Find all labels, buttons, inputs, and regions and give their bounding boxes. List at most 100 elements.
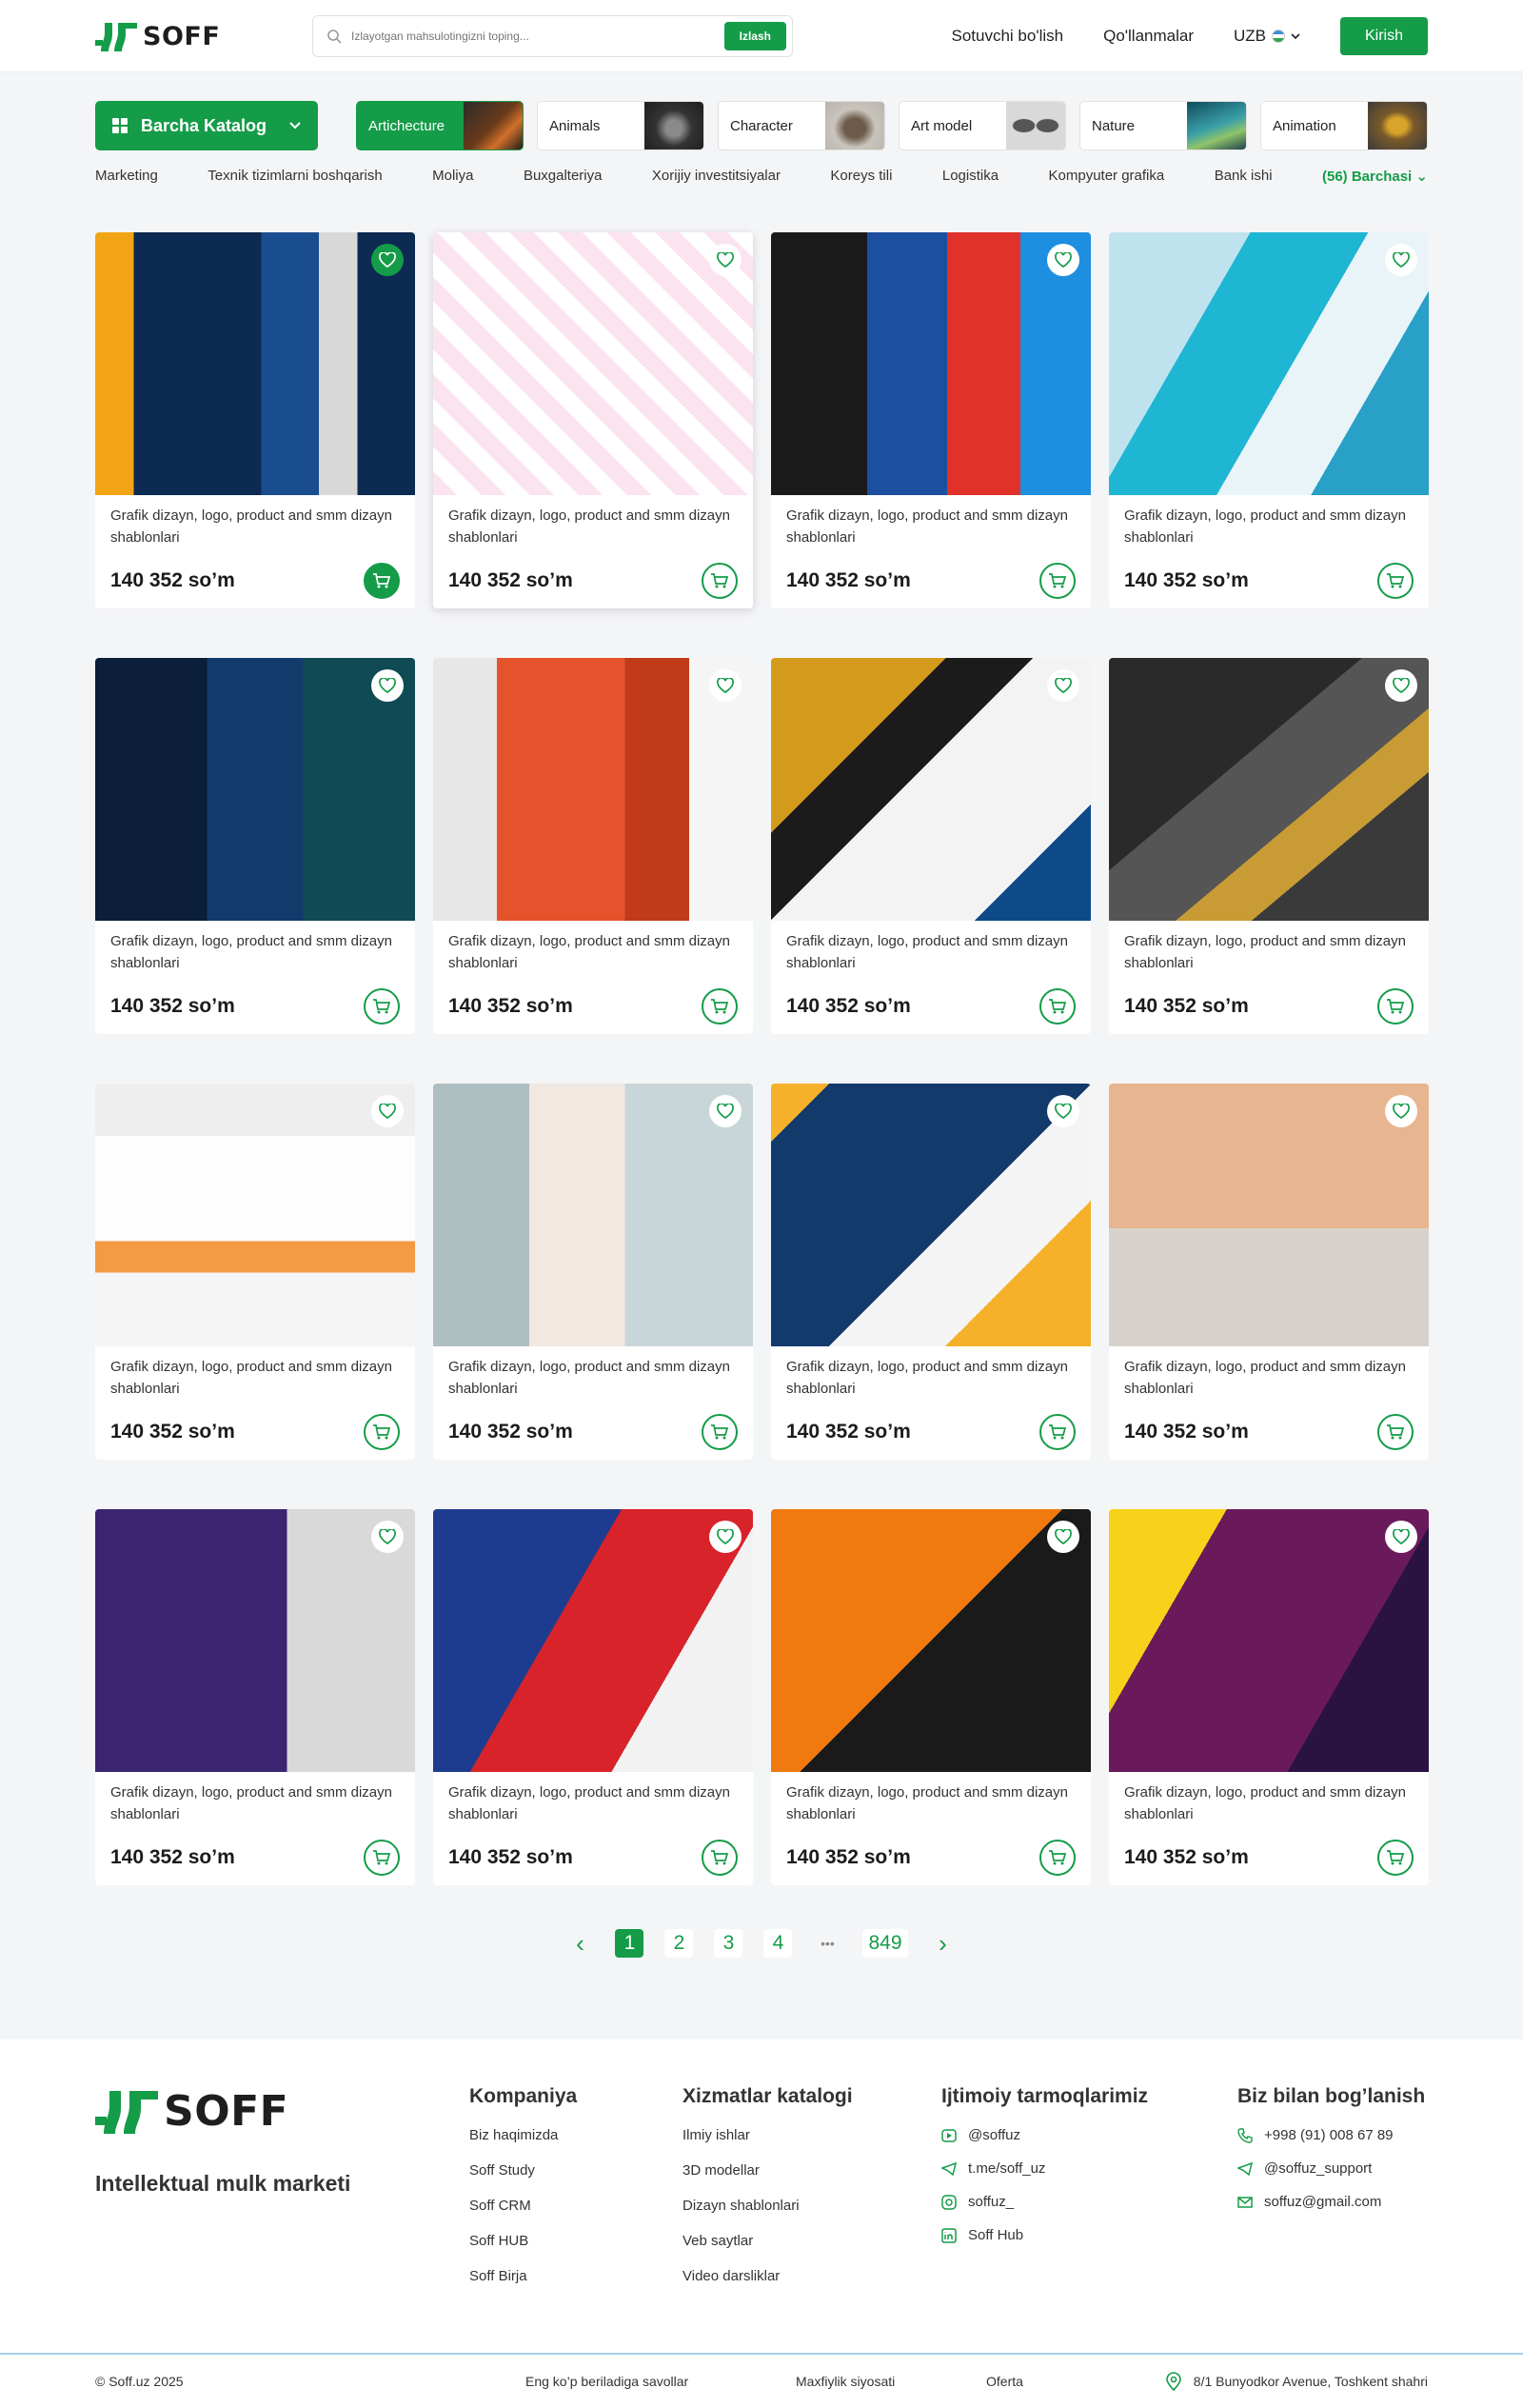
subcat-link[interactable]: Buxgalteriya	[524, 168, 603, 185]
product-title[interactable]: Grafik dizayn, logo, product and smm diz…	[433, 1346, 753, 1400]
favorite-heart-icon[interactable]	[709, 1521, 742, 1553]
product-title[interactable]: Grafik dizayn, logo, product and smm diz…	[771, 921, 1091, 974]
subcat-link[interactable]: Kompyuter grafika	[1049, 168, 1165, 185]
footer-link[interactable]: 3D modellar	[682, 2162, 941, 2179]
product-image[interactable]	[95, 1084, 415, 1346]
chip-character[interactable]: Character	[718, 101, 885, 150]
product-image[interactable]	[1109, 1084, 1429, 1346]
product-card[interactable]: Grafik dizayn, logo, product and smm diz…	[433, 658, 753, 1034]
product-image[interactable]	[95, 658, 415, 921]
favorite-heart-icon[interactable]	[371, 1521, 404, 1553]
add-to-cart-icon[interactable]	[1377, 563, 1414, 599]
product-image[interactable]	[1109, 1509, 1429, 1772]
add-to-cart-icon[interactable]	[1377, 988, 1414, 1025]
chip-architecture[interactable]: Artichecture	[356, 101, 524, 150]
favorite-heart-icon[interactable]	[709, 244, 742, 276]
footer-link[interactable]: Soff Study	[469, 2162, 682, 2179]
page-button[interactable]: 3	[714, 1929, 743, 1958]
product-image[interactable]	[771, 232, 1091, 495]
privacy-link[interactable]: Maxfiylik siyosati	[796, 2374, 986, 2389]
add-to-cart-icon[interactable]	[1377, 1414, 1414, 1450]
favorite-heart-icon[interactable]	[709, 669, 742, 702]
add-to-cart-icon[interactable]	[1039, 1840, 1076, 1876]
product-title[interactable]: Grafik dizayn, logo, product and smm diz…	[433, 1772, 753, 1825]
product-image[interactable]	[1109, 232, 1429, 495]
add-to-cart-icon[interactable]	[702, 988, 738, 1025]
favorite-heart-icon[interactable]	[371, 1095, 404, 1127]
product-card[interactable]: Grafik dizayn, logo, product and smm diz…	[433, 1509, 753, 1885]
add-to-cart-icon[interactable]	[364, 1840, 400, 1876]
add-to-cart-icon[interactable]	[702, 563, 738, 599]
chip-animals[interactable]: Animals	[537, 101, 704, 150]
subcat-link[interactable]: Moliya	[432, 168, 473, 185]
contact-phone[interactable]: +998 (91) 008 67 89	[1237, 2127, 1425, 2143]
product-title[interactable]: Grafik dizayn, logo, product and smm diz…	[1109, 921, 1429, 974]
page-button[interactable]: 2	[664, 1929, 694, 1958]
product-card[interactable]: Grafik dizayn, logo, product and smm diz…	[771, 232, 1091, 608]
product-card[interactable]: Grafik dizayn, logo, product and smm diz…	[433, 232, 753, 608]
product-image[interactable]	[771, 658, 1091, 921]
social-instagram[interactable]: soffuz_	[941, 2194, 1237, 2210]
footer-link[interactable]: Veb saytlar	[682, 2233, 941, 2249]
product-card[interactable]: Grafik dizayn, logo, product and smm diz…	[95, 1509, 415, 1885]
product-image[interactable]	[433, 1509, 753, 1772]
page-button[interactable]: 4	[763, 1929, 793, 1958]
product-image[interactable]	[771, 1084, 1091, 1346]
offer-link[interactable]: Oferta	[986, 2374, 1138, 2389]
search-button[interactable]: Izlash	[723, 22, 786, 50]
favorite-heart-icon[interactable]	[1385, 244, 1417, 276]
footer-link[interactable]: Dizayn shablonlari	[682, 2198, 941, 2214]
product-card[interactable]: Grafik dizayn, logo, product and smm diz…	[771, 658, 1091, 1034]
subcat-link[interactable]: Logistika	[942, 168, 999, 185]
subcat-link[interactable]: Bank ishi	[1215, 168, 1273, 185]
footer-link[interactable]: Ilmiy ishlar	[682, 2127, 941, 2143]
favorite-heart-icon[interactable]	[709, 1095, 742, 1127]
faq-link[interactable]: Eng ko’p beriladiga savollar	[525, 2374, 796, 2389]
footer-link[interactable]: Video darsliklar	[682, 2268, 941, 2284]
login-button[interactable]: Kirish	[1340, 17, 1428, 55]
chip-animation[interactable]: Animation	[1260, 101, 1428, 150]
add-to-cart-icon[interactable]	[1039, 563, 1076, 599]
add-to-cart-icon[interactable]	[702, 1840, 738, 1876]
product-title[interactable]: Grafik dizayn, logo, product and smm diz…	[433, 921, 753, 974]
next-page-button[interactable]: ›	[929, 1929, 958, 1958]
product-card[interactable]: Grafik dizayn, logo, product and smm diz…	[433, 1084, 753, 1460]
footer-link[interactable]: Soff HUB	[469, 2233, 682, 2249]
favorite-heart-icon[interactable]	[1385, 669, 1417, 702]
footer-link[interactable]: Biz haqimizda	[469, 2127, 682, 2143]
favorite-heart-icon[interactable]	[371, 244, 404, 276]
chip-art-model[interactable]: Art model	[899, 101, 1066, 150]
product-title[interactable]: Grafik dizayn, logo, product and smm diz…	[95, 1346, 415, 1400]
product-card[interactable]: Grafik dizayn, logo, product and smm diz…	[771, 1084, 1091, 1460]
product-image[interactable]	[433, 658, 753, 921]
product-image[interactable]	[95, 1509, 415, 1772]
page-button[interactable]: 849	[862, 1929, 908, 1958]
product-card[interactable]: Grafik dizayn, logo, product and smm diz…	[95, 658, 415, 1034]
footer-link[interactable]: Soff Birja	[469, 2268, 682, 2284]
add-to-cart-icon[interactable]	[702, 1414, 738, 1450]
favorite-heart-icon[interactable]	[1047, 244, 1079, 276]
subcat-link[interactable]: Texnik tizimlarni boshqarish	[208, 168, 382, 185]
footer-link[interactable]: Soff CRM	[469, 2198, 682, 2214]
add-to-cart-icon[interactable]	[364, 563, 400, 599]
product-title[interactable]: Grafik dizayn, logo, product and smm diz…	[1109, 1346, 1429, 1400]
social-youtube[interactable]: @soffuz	[941, 2127, 1237, 2143]
all-subcategories-link[interactable]: (56) Barchasi ⌄	[1322, 168, 1428, 185]
favorite-heart-icon[interactable]	[1047, 669, 1079, 702]
add-to-cart-icon[interactable]	[364, 1414, 400, 1450]
product-title[interactable]: Grafik dizayn, logo, product and smm diz…	[1109, 495, 1429, 548]
contact-email[interactable]: soffuz@gmail.com	[1237, 2194, 1425, 2210]
add-to-cart-icon[interactable]	[1039, 988, 1076, 1025]
subcat-link[interactable]: Marketing	[95, 168, 158, 185]
all-catalog-button[interactable]: Barcha Katalog	[95, 101, 318, 150]
product-card[interactable]: Grafik dizayn, logo, product and smm diz…	[95, 1084, 415, 1460]
social-telegram[interactable]: t.me/soff_uz	[941, 2160, 1237, 2177]
add-to-cart-icon[interactable]	[1377, 1840, 1414, 1876]
product-card[interactable]: Grafik dizayn, logo, product and smm diz…	[1109, 232, 1429, 608]
product-title[interactable]: Grafik dizayn, logo, product and smm diz…	[771, 495, 1091, 548]
product-card[interactable]: Grafik dizayn, logo, product and smm diz…	[1109, 1509, 1429, 1885]
product-card[interactable]: Grafik dizayn, logo, product and smm diz…	[771, 1509, 1091, 1885]
chip-nature[interactable]: Nature	[1079, 101, 1247, 150]
product-title[interactable]: Grafik dizayn, logo, product and smm diz…	[95, 921, 415, 974]
product-title[interactable]: Grafik dizayn, logo, product and smm diz…	[95, 1772, 415, 1825]
